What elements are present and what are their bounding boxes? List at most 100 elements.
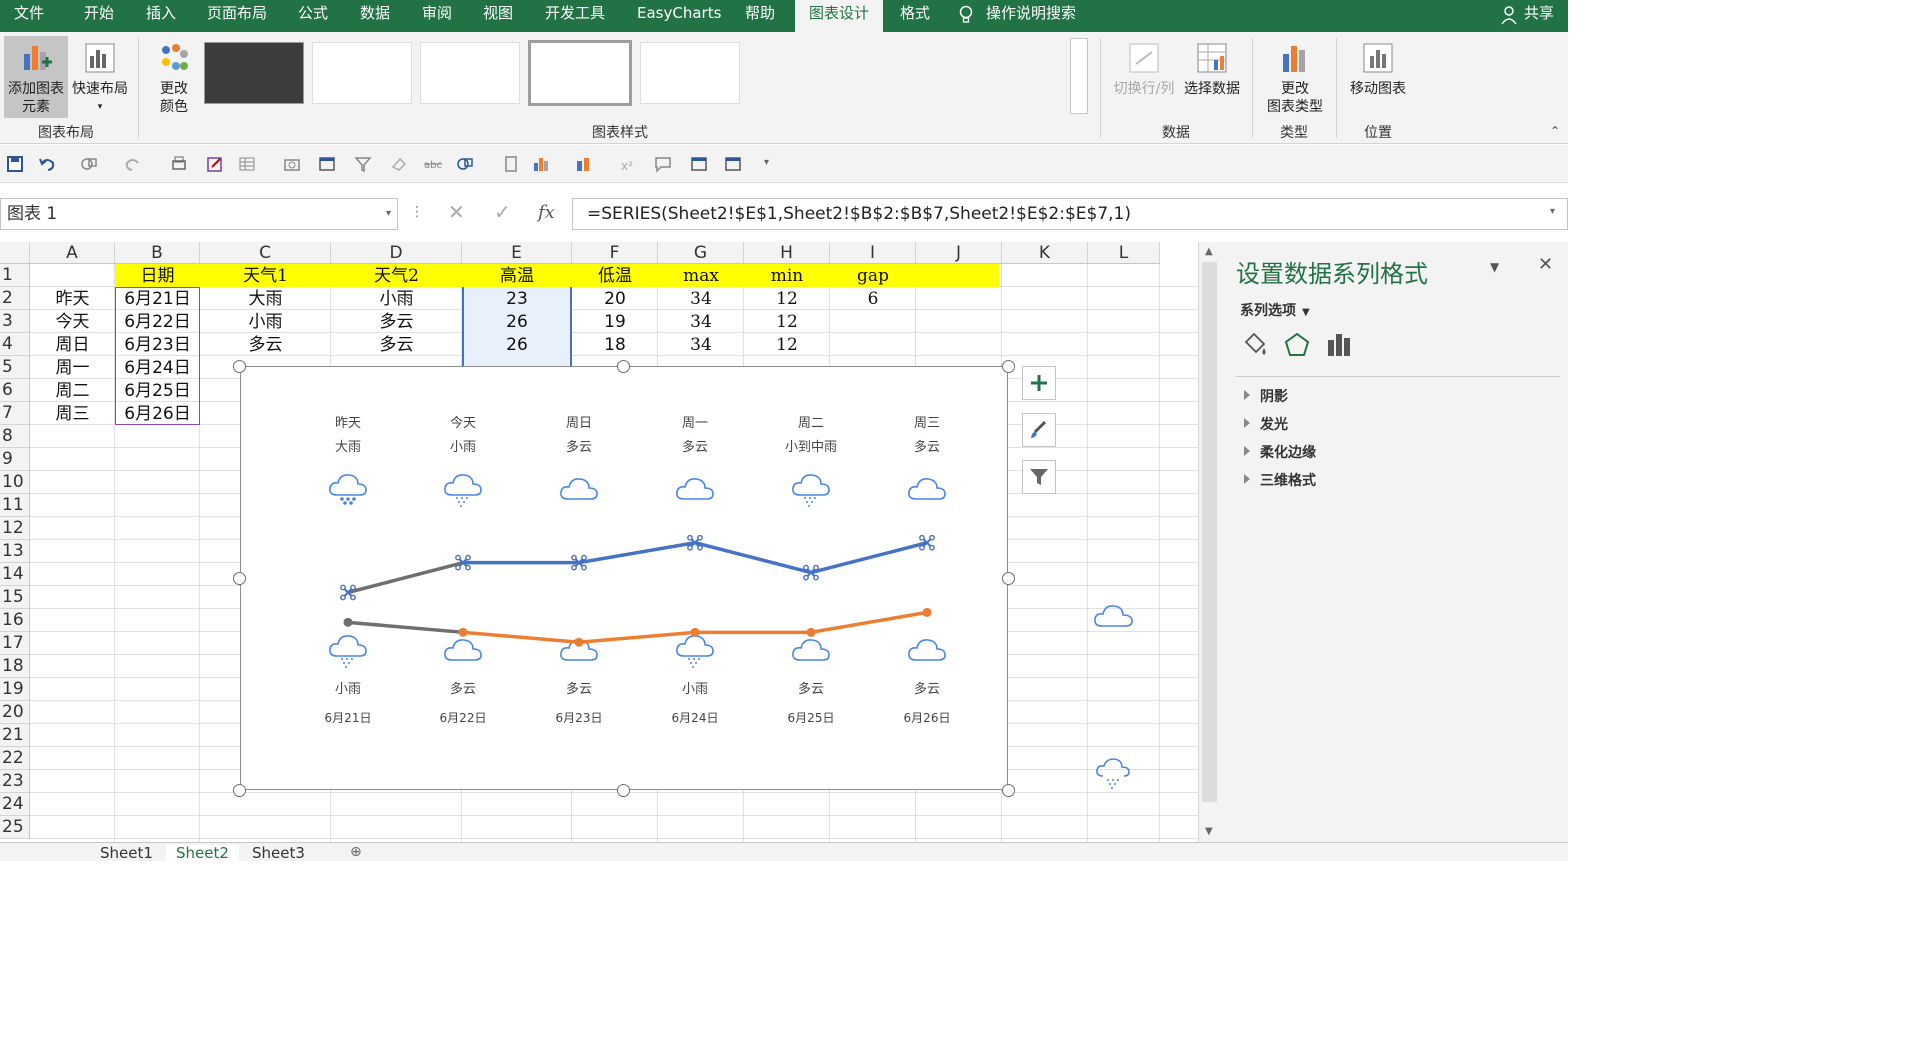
header-cell-e[interactable]: 高温 [462, 265, 572, 288]
expand-formula-icon[interactable]: ▾ [1550, 206, 1555, 217]
row-header[interactable]: 19 [0, 678, 30, 701]
shapes-icon[interactable] [80, 155, 98, 173]
tab-easycharts[interactable]: EasyCharts [637, 0, 721, 32]
column-header-k[interactable]: K [1002, 242, 1088, 264]
row-header[interactable]: 8 [0, 425, 30, 448]
tab-help[interactable]: 帮助 [745, 0, 775, 32]
tab-view[interactable]: 视图 [483, 0, 513, 32]
cell-i[interactable]: 6 [830, 288, 916, 311]
save-icon[interactable] [6, 155, 24, 173]
undo-icon[interactable] [38, 155, 56, 173]
cell-h[interactable]: 12 [744, 288, 830, 311]
search-tell-me[interactable]: 操作说明搜索 [986, 0, 1076, 32]
cell-d[interactable]: 多云 [331, 311, 462, 334]
camera-icon[interactable] [283, 155, 301, 173]
form-icon-3[interactable] [724, 155, 742, 173]
row-header[interactable]: 13 [0, 540, 30, 563]
column-header-l[interactable]: L [1088, 242, 1160, 264]
tab-home[interactable]: 开始 [84, 0, 114, 32]
cell-e[interactable]: 26 [462, 311, 572, 334]
header-cell-f[interactable]: 低温 [572, 265, 658, 288]
section-3d-format[interactable]: 三维格式 [1244, 470, 1316, 490]
column-header-b[interactable]: B [115, 242, 200, 264]
add-chart-element-button[interactable]: 添加图表 元素 [4, 36, 68, 118]
section-glow[interactable]: 发光 [1244, 414, 1288, 434]
row-header[interactable]: 18 [0, 655, 30, 678]
style-thumb-2[interactable] [312, 42, 412, 104]
row-header[interactable]: 7 [0, 402, 30, 425]
resize-handle-right[interactable] [1002, 572, 1015, 585]
gallery-scroll[interactable] [1070, 38, 1088, 114]
cell-b[interactable]: 6月22日 [115, 311, 200, 334]
calculator-icon[interactable] [502, 155, 520, 173]
insert-function-icon[interactable]: fx [538, 202, 555, 223]
form-icon-2[interactable] [690, 155, 708, 173]
section-shadow[interactable]: 阴影 [1244, 386, 1288, 406]
select-all-corner[interactable] [0, 242, 30, 264]
edit-icon[interactable] [206, 155, 224, 173]
cell-a[interactable]: 周日 [30, 334, 115, 357]
row-header[interactable]: 6 [0, 379, 30, 402]
cell-b[interactable]: 6月25日 [115, 380, 200, 403]
name-box[interactable]: 图表 1 ▾ [0, 198, 398, 230]
chart-elements-button[interactable] [1022, 366, 1056, 400]
switch-row-column-button[interactable]: 切换行/列 [1110, 36, 1178, 98]
cell-b[interactable]: 6月24日 [115, 357, 200, 380]
row-header[interactable]: 21 [0, 724, 30, 747]
fill-line-icon[interactable] [1240, 330, 1270, 360]
resize-handle-top-right[interactable] [1002, 360, 1015, 373]
formula-input[interactable]: =SERIES(Sheet2!$E$1,Sheet2!$B$2:$B$7,She… [572, 198, 1568, 230]
chart-filters-button[interactable] [1022, 460, 1056, 494]
filter-icon[interactable] [354, 155, 372, 173]
cell-e[interactable]: 26 [462, 334, 572, 357]
cell-h[interactable]: 12 [744, 334, 830, 357]
style-thumb-3[interactable] [420, 42, 520, 104]
style-thumb-1[interactable] [204, 42, 304, 104]
effects-pentagon-icon[interactable] [1282, 330, 1312, 360]
close-icon[interactable]: ✕ [1538, 254, 1553, 275]
add-sheet-icon[interactable]: ⊕ [350, 844, 362, 860]
print-icon[interactable] [170, 155, 188, 173]
sheet-tab-1[interactable]: Sheet1 [100, 845, 153, 862]
cell-d[interactable]: 多云 [331, 334, 462, 357]
row-header[interactable]: 20 [0, 701, 30, 724]
sheet-tab-3[interactable]: Sheet3 [252, 845, 305, 862]
sheet-tab-2-active[interactable]: Sheet2 [166, 845, 239, 862]
row-header[interactable]: 14 [0, 563, 30, 586]
strikethrough-icon[interactable]: abc [424, 155, 442, 173]
resize-handle-bottom-left[interactable] [233, 784, 246, 797]
cell-d[interactable]: 小雨 [331, 288, 462, 311]
cell-g[interactable]: 34 [658, 311, 744, 334]
collapse-ribbon-icon[interactable]: ⌃ [1550, 124, 1560, 138]
resize-handle-bottom-right[interactable] [1002, 784, 1015, 797]
column-header-h[interactable]: H [744, 242, 830, 264]
vertical-scrollbar[interactable]: ▲ ▼ [1198, 242, 1220, 842]
select-data-button[interactable]: 选择数据 [1180, 36, 1244, 98]
move-chart-button[interactable]: 移动图表 [1346, 36, 1410, 98]
tab-review[interactable]: 审阅 [422, 0, 452, 32]
row-header[interactable]: 11 [0, 494, 30, 517]
tab-developer[interactable]: 开发工具 [545, 0, 605, 32]
style-thumb-4-selected[interactable] [528, 40, 632, 106]
cell-c[interactable]: 小雨 [200, 311, 331, 334]
cell-b[interactable]: 6月23日 [115, 334, 200, 357]
cell-h[interactable]: 12 [744, 311, 830, 334]
chart-styles-button[interactable] [1022, 413, 1056, 447]
resize-handle-top[interactable] [617, 360, 630, 373]
row-header[interactable]: 3 [0, 310, 30, 333]
row-header[interactable]: 12 [0, 517, 30, 540]
cell-a[interactable]: 周二 [30, 380, 115, 403]
cell-a[interactable]: 周三 [30, 403, 115, 426]
scroll-thumb[interactable] [1202, 262, 1217, 802]
header-cell-h[interactable]: min [744, 265, 830, 288]
row-header[interactable]: 10 [0, 471, 30, 494]
column-header-j[interactable]: J [916, 242, 1002, 264]
header-cell-c[interactable]: 天气1 [200, 265, 331, 288]
row-header[interactable]: 16 [0, 609, 30, 632]
cell-a[interactable]: 今天 [30, 311, 115, 334]
share-button[interactable]: 共享 [1524, 0, 1554, 32]
header-cell-d[interactable]: 天气2 [331, 265, 462, 288]
section-soft-edges[interactable]: 柔化边缘 [1244, 442, 1316, 462]
column-header-i[interactable]: I [830, 242, 916, 264]
header-cell-b[interactable]: 日期 [115, 265, 200, 288]
